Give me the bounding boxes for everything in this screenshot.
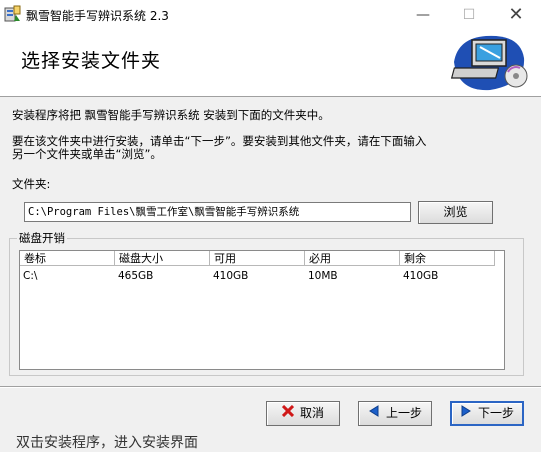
arrow-left-icon [368,402,380,425]
footer-divider [0,386,541,388]
back-button[interactable]: 上一步 [358,401,432,426]
browse-button[interactable]: 浏览 [418,201,493,224]
cancel-x-icon [281,402,295,425]
column-header-remaining[interactable]: 剩余 [400,251,495,266]
cell-remaining: 410GB [403,270,439,282]
column-header-disk-size[interactable]: 磁盘大小 [115,251,210,266]
maximize-button[interactable]: ☐ [446,0,492,30]
background-page-text: 双击安装程序，进入安装界面 [16,435,198,451]
folder-label: 文件夹: [12,177,51,191]
cell-required: 10MB [308,270,338,282]
minimize-button[interactable]: — [400,0,446,30]
cell-disk-size: 465GB [118,270,154,282]
cell-available: 410GB [213,270,249,282]
folder-path-input[interactable]: C:\Program Files\飘雪工作室\飘雪智能手写辨识系统 [24,202,411,222]
instruction-line-2: 另一个文件夹或单击“浏览”。 [12,147,162,161]
instruction-line-1: 要在该文件夹中进行安装，请单击“下一步”。要安装到其他文件夹，请在下面输入 [12,134,427,148]
next-button[interactable]: 下一步 [450,401,524,426]
disk-list[interactable]: 卷标 磁盘大小 可用 必用 剩余 C:\ 465GB 410GB 10MB 41… [19,250,505,370]
title-bar: 飘雪智能手写辨识系统 2.3 — ☐ ✕ [0,0,541,30]
installer-icon [4,5,22,23]
column-header-available[interactable]: 可用 [210,251,305,266]
cancel-button[interactable]: 取消 [266,401,340,426]
cancel-label: 取消 [299,406,324,420]
disk-cost-group: 磁盘开销 卷标 磁盘大小 可用 必用 剩余 C:\ 465GB 410GB 10… [9,230,524,376]
disk-cost-label: 磁盘开销 [17,230,67,246]
arrow-right-icon [460,403,472,424]
next-label: 下一步 [477,406,514,420]
column-header-required[interactable]: 必用 [305,251,400,266]
page-title: 选择安装文件夹 [21,50,162,72]
back-label: 上一步 [385,406,422,420]
column-header-volume[interactable]: 卷标 [20,251,115,266]
window-title: 飘雪智能手写辨识系统 2.3 [26,9,169,23]
disk-list-header: 卷标 磁盘大小 可用 必用 剩余 [20,251,504,267]
computer-disc-icon [450,32,532,94]
cell-volume: C:\ [23,270,38,282]
header-banner: 选择安装文件夹 [0,30,541,97]
install-description: 安装程序将把 飘雪智能手写辨识系统 安装到下面的文件夹中。 [12,108,330,122]
close-button[interactable]: ✕ [493,0,539,30]
